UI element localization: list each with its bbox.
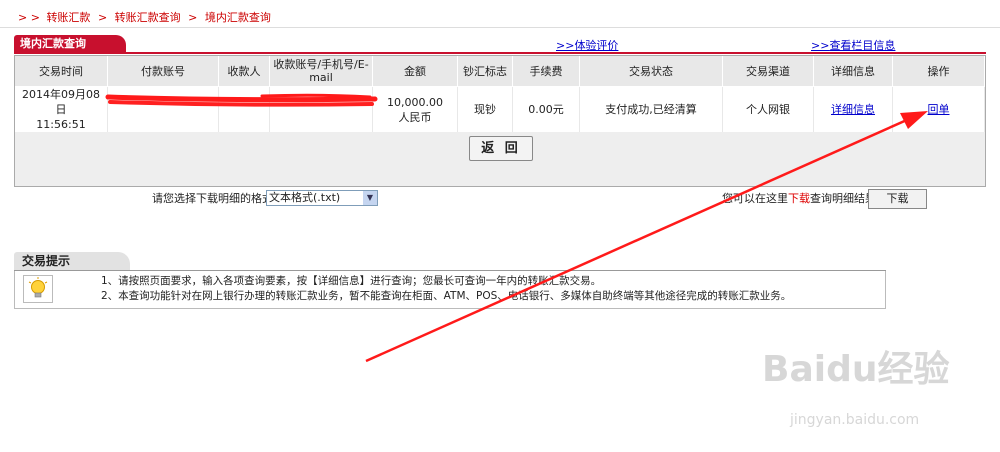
redaction-stroke bbox=[105, 94, 378, 103]
redaction-stroke bbox=[108, 100, 374, 107]
annotation-overlay bbox=[105, 93, 928, 363]
annotation-arrow-shaft bbox=[365, 113, 919, 363]
annotation-arrow-head bbox=[900, 111, 928, 129]
redaction-stroke bbox=[260, 93, 372, 99]
